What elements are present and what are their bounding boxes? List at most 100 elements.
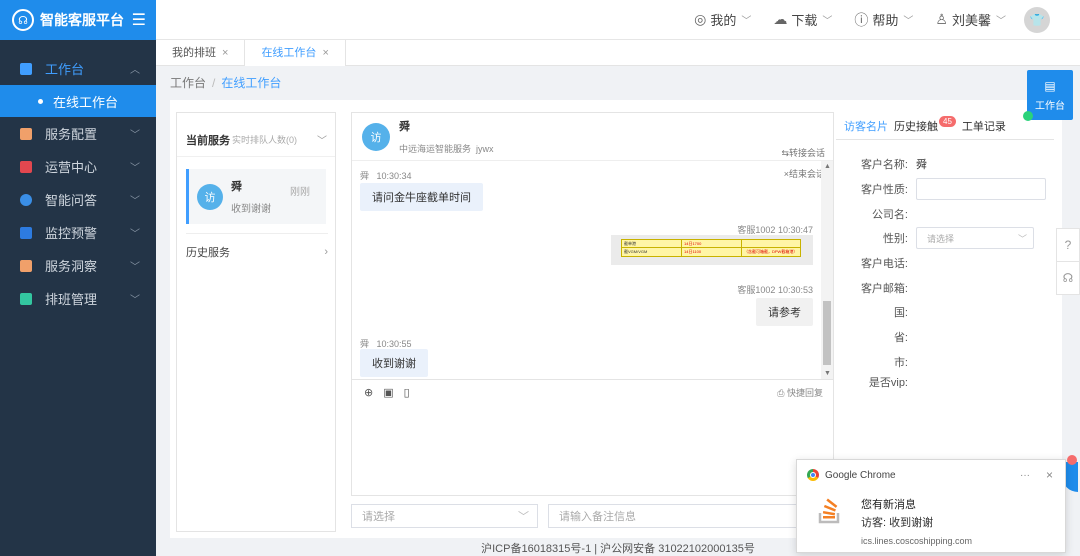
quick-reply-button[interactable]: ⎙ 快捷回复 bbox=[777, 386, 823, 399]
field-label: 性别: bbox=[882, 233, 908, 246]
transfer-session-button[interactable]: ⇆转接会话 bbox=[781, 146, 825, 159]
question-icon: ? bbox=[1064, 238, 1072, 252]
current-service-header[interactable]: 当前服务 实时排队人数(0) ﹀ bbox=[177, 123, 335, 157]
category-select[interactable]: 请选择 ﹀ bbox=[351, 504, 538, 528]
floating-workbench-label: 工作台 bbox=[1035, 100, 1065, 112]
help-menu[interactable]: ⓘ 帮助 ﹀ bbox=[854, 10, 913, 30]
chevron-down-icon: ﹀ bbox=[130, 295, 140, 306]
support-tool-button[interactable]: ☊ bbox=[1056, 261, 1080, 295]
more-options-icon[interactable]: ··· bbox=[1020, 470, 1030, 481]
tab-visitor-card[interactable]: 访客名片 bbox=[844, 118, 888, 134]
close-icon[interactable]: × bbox=[222, 47, 228, 59]
breadcrumb-sep: / bbox=[212, 76, 216, 90]
visitor-info: 舜 收到谢谢 bbox=[231, 178, 271, 215]
close-icon[interactable]: × bbox=[322, 47, 328, 59]
unread-dot bbox=[1067, 455, 1077, 465]
chevron-down-icon: ﹀ bbox=[130, 262, 140, 273]
message-meta: 客服1002 10:30:53 bbox=[737, 283, 813, 296]
form-row: 市: bbox=[836, 350, 1054, 375]
table-cell: 截单港 bbox=[622, 240, 682, 247]
agent-message-bubble: 请参考 bbox=[756, 298, 813, 326]
visitor-message-bubble: 收到谢谢 bbox=[360, 349, 428, 377]
message-list: 舜 10:30:34 请问金牛座截单时间 客服1002 10:30:47 截单港… bbox=[352, 161, 822, 379]
table-cell: 截VGM/VGM bbox=[622, 248, 682, 256]
form-row: 公司名: bbox=[836, 201, 1054, 226]
printer-icon: ⎙ bbox=[777, 388, 785, 398]
help-tool-button[interactable]: ? bbox=[1056, 228, 1080, 262]
user-menu[interactable]: ♙ 刘美馨 ﹀ bbox=[935, 10, 1006, 29]
message-time: 10:30:47 bbox=[777, 225, 813, 235]
help-label: 帮助 bbox=[872, 13, 899, 28]
scroll-up-icon[interactable]: ▲ bbox=[824, 163, 831, 170]
brand-title: 智能客服平台 bbox=[40, 12, 124, 28]
chevron-down-icon: ﹀ bbox=[518, 511, 529, 523]
close-icon[interactable]: × bbox=[1046, 468, 1053, 482]
sidebar-item-operations[interactable]: 运营中心 ﹀ bbox=[0, 150, 156, 183]
table-cell: 14日1700 bbox=[682, 240, 742, 247]
tab-my-schedule[interactable]: 我的排班 × bbox=[156, 40, 246, 66]
message-scrollbar[interactable]: ▲ ▼ bbox=[821, 161, 833, 379]
breadcrumb-root[interactable]: 工作台 bbox=[170, 76, 206, 90]
image-icon[interactable]: ▣ bbox=[383, 386, 393, 399]
count-badge: 45 bbox=[939, 115, 956, 127]
table-cell: 14日1100 bbox=[682, 248, 742, 256]
message-sender: 舜 bbox=[360, 339, 370, 349]
message-input[interactable] bbox=[352, 405, 833, 495]
form-row: 国: bbox=[836, 300, 1054, 325]
current-service-title: 当前服务 bbox=[186, 134, 230, 147]
sidebar-item-service-config[interactable]: 服务配置 ﹀ bbox=[0, 117, 156, 150]
chevron-down-icon: ﹀ bbox=[130, 130, 140, 141]
history-service-item[interactable]: 历史服务 › bbox=[186, 233, 328, 269]
agent-image-message[interactable]: 截单港 14日1700 截VGM/VGM 14日1100 （含截可箱截，DPW截… bbox=[611, 235, 813, 265]
scrollbar-thumb[interactable] bbox=[823, 301, 831, 365]
chevron-down-icon: ﹀ bbox=[130, 163, 140, 174]
note-input[interactable]: 请输入备注信息 bbox=[548, 504, 798, 528]
menu-fold-icon[interactable]: ☰ bbox=[132, 10, 146, 30]
tab-online-workbench[interactable]: 在线工作台 × bbox=[245, 40, 346, 66]
sidebar-item-service-insight[interactable]: 服务洞察 ﹀ bbox=[0, 249, 156, 282]
cutoff-table-image: 截单港 14日1700 截VGM/VGM 14日1100 （含截可箱截，DPW截… bbox=[621, 239, 801, 257]
avatar[interactable]: 👕 bbox=[1024, 6, 1050, 33]
sidebar: ☊ 智能客服平台 ☰ 工作台 ︿ 在线工作台 服务配置 ﹀ 运营中心 ﹀ 智能问… bbox=[0, 0, 156, 556]
customer-type-input[interactable] bbox=[916, 178, 1046, 201]
form-row: 是否vip: bbox=[836, 374, 1054, 388]
emoji-add-icon[interactable]: ⊕ bbox=[364, 386, 373, 399]
sidebar-item-workbench[interactable]: 工作台 ︿ bbox=[0, 52, 156, 85]
stackoverflow-icon bbox=[817, 496, 843, 524]
form-row: 客户性质: bbox=[836, 177, 1054, 202]
message-time: 10:30:55 bbox=[376, 339, 412, 349]
notification-text: 访客: 收到谢谢 bbox=[861, 517, 934, 529]
headset-logo-icon: ☊ bbox=[12, 9, 34, 31]
sidebar-item-smart-qa[interactable]: 智能问答 ﹀ bbox=[0, 183, 156, 216]
side-menu: 工作台 ︿ 在线工作台 服务配置 ﹀ 运营中心 ﹀ 智能问答 ﹀ 监控预警 ﹀ bbox=[0, 52, 156, 315]
scroll-down-icon[interactable]: ▼ bbox=[824, 370, 831, 377]
field-label: 省: bbox=[893, 332, 908, 345]
chat-org: 中远海运智能服务 jywx bbox=[399, 142, 494, 155]
monitor-icon bbox=[20, 62, 32, 75]
queue-count: 实时排队人数(0) bbox=[232, 135, 297, 145]
field-label: 客户邮箱: bbox=[860, 282, 908, 295]
notification-title: 您有新消息 bbox=[861, 499, 916, 511]
visitor-last-message: 收到谢谢 bbox=[231, 204, 271, 215]
field-label: 市: bbox=[893, 356, 908, 369]
chevron-down-icon: ﹀ bbox=[903, 16, 914, 27]
sidebar-item-monitor-alert[interactable]: 监控预警 ﹀ bbox=[0, 216, 156, 249]
floating-workbench-button[interactable]: ▤ 工作台 bbox=[1027, 70, 1073, 120]
message-sender: 客服1002 bbox=[737, 225, 776, 235]
top-header: ◎ 我的 ﹀ ☁ 下载 ﹀ ⓘ 帮助 ﹀ ♙ 刘美馨 ﹀ 👕 bbox=[156, 0, 1080, 40]
sidebar-subitem-label: 在线工作台 bbox=[53, 94, 119, 110]
download-menu[interactable]: ☁ 下载 ﹀ bbox=[773, 10, 832, 29]
tab-work-order[interactable]: 工单记录 bbox=[962, 118, 1006, 134]
mine-menu[interactable]: ◎ 我的 ﹀ bbox=[694, 10, 751, 29]
footer-icp: 沪ICP备16018315号-1 | 沪公网安备 31022102000135号 bbox=[481, 543, 755, 555]
sidebar-subitem-online-workbench[interactable]: 在线工作台 bbox=[0, 85, 156, 117]
page-tabs: 我的排班 × 在线工作台 × bbox=[156, 40, 1080, 66]
attachment-icon[interactable]: ▯ bbox=[404, 386, 410, 399]
visitor-session-item[interactable]: 访 舜 收到谢谢 刚刚 bbox=[186, 169, 326, 224]
tab-history-contact[interactable]: 历史接触 45 bbox=[894, 115, 956, 134]
table-cell: （含截可箱截，DPW截箱港） bbox=[744, 249, 798, 254]
sidebar-item-scheduling[interactable]: 排班管理 ﹀ bbox=[0, 282, 156, 315]
gender-select[interactable]: 请选择 ﹀ bbox=[916, 227, 1034, 250]
form-row: 性别: 请选择 ﹀ bbox=[836, 226, 1054, 251]
bullet-icon bbox=[38, 98, 43, 104]
